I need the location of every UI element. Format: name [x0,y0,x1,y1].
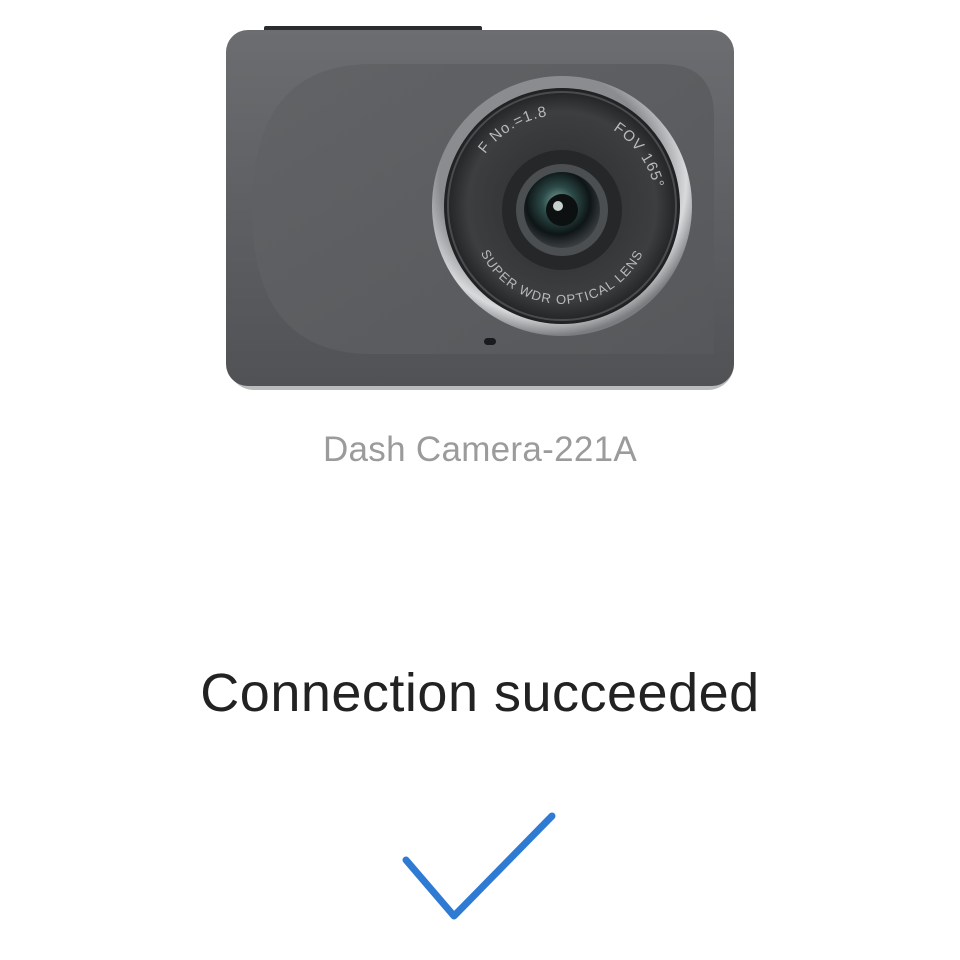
dash-camera-illustration: F No.=1.8 FOV 165° SUPER WDR OPTICAL LEN… [226,26,734,390]
checkmark-icon [402,812,556,920]
device-name: Dash Camera-221A [322,430,638,469]
connection-status-message: Connection succeeded [200,663,760,723]
